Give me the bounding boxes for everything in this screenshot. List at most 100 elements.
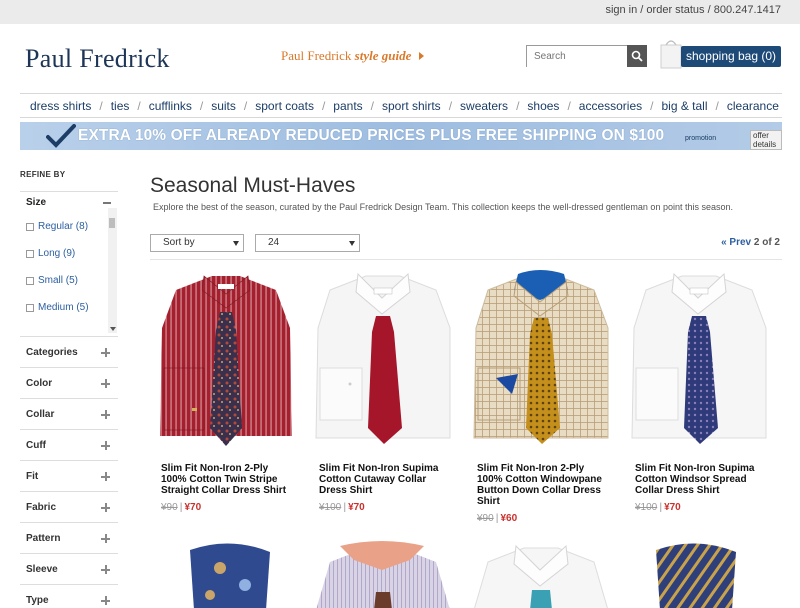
product-image[interactable] — [170, 540, 315, 608]
nav-link[interactable]: ties — [111, 99, 130, 113]
product-image[interactable] — [310, 268, 455, 453]
nav-separator: / — [715, 98, 719, 113]
plus-icon[interactable] — [101, 348, 110, 357]
size-scrollbar[interactable] — [108, 208, 117, 333]
triangle-right-icon — [418, 52, 424, 60]
facet-categories[interactable]: Categories — [20, 336, 118, 367]
facet-label: Pattern — [26, 533, 61, 544]
nav-link[interactable]: clearance — [727, 99, 779, 113]
product-name[interactable]: Slim Fit Non-Iron 2-Ply 100% Cotton Wind… — [477, 463, 612, 507]
price-separator: | — [659, 502, 663, 513]
facet-fit[interactable]: Fit — [20, 460, 118, 491]
size-facet-header[interactable]: Size — [20, 191, 118, 213]
prev-page-link[interactable]: « Prev — [721, 237, 751, 248]
product-name[interactable]: Slim Fit Non-Iron Supima Cotton Windsor … — [635, 463, 770, 496]
top-utility-bar: sign in / order status / 800.247.1417 — [0, 0, 800, 24]
facet-type[interactable]: Type — [20, 584, 118, 608]
size-option[interactable]: Small (5) — [20, 267, 118, 294]
product-card[interactable]: Slim Fit Non-Iron 2-Ply 100% Cotton Wind… — [468, 268, 613, 528]
current-page: 2 — [753, 237, 760, 248]
facet-collar[interactable]: Collar — [20, 398, 118, 429]
nav-link[interactable]: sport shirts — [382, 99, 441, 113]
sign-in-link[interactable]: sign in — [605, 4, 637, 16]
page-title: Seasonal Must-Haves — [150, 174, 356, 197]
phone-number: 800.247.1417 — [713, 4, 781, 16]
product-image[interactable] — [626, 540, 771, 608]
shopping-bag-button[interactable]: shopping bag (0) — [681, 46, 781, 67]
search-button[interactable] — [627, 45, 647, 67]
promo-banner[interactable]: EXTRA 10% OFF ALREADY REDUCED PRICES PLU… — [20, 122, 782, 150]
plus-icon[interactable] — [101, 596, 110, 605]
product-image[interactable] — [310, 540, 455, 608]
facet-cuff[interactable]: Cuff — [20, 429, 118, 460]
offer-details-button[interactable]: offer details — [750, 130, 782, 150]
nav-item: accessories / — [579, 99, 662, 113]
search-box — [526, 45, 647, 67]
product-image[interactable] — [152, 268, 297, 453]
size-checkbox[interactable] — [26, 276, 34, 285]
size-checkbox[interactable] — [26, 222, 34, 231]
chevron-down-icon — [349, 241, 355, 246]
nav-link[interactable]: dress shirts — [30, 99, 91, 113]
scroll-down-icon[interactable] — [110, 327, 116, 331]
search-input[interactable] — [527, 46, 629, 67]
size-option-label: Medium (5) — [38, 302, 89, 313]
plus-icon[interactable] — [101, 379, 110, 388]
nav-separator: / — [650, 98, 654, 113]
nav-link[interactable]: shoes — [527, 99, 559, 113]
size-checkbox[interactable] — [26, 249, 34, 258]
nav-link[interactable]: sweaters — [460, 99, 508, 113]
plus-icon[interactable] — [101, 534, 110, 543]
product-image[interactable] — [468, 268, 613, 453]
plus-icon[interactable] — [101, 565, 110, 574]
utility-links: sign in / order status / 800.247.1417 — [605, 4, 781, 16]
product-price: ¥90 | ¥70 — [161, 502, 201, 513]
nav-link[interactable]: pants — [333, 99, 362, 113]
facet-color[interactable]: Color — [20, 367, 118, 398]
product-card[interactable]: Slim Fit Non-Iron 2-Ply 100% Cotton Twin… — [152, 268, 297, 528]
shopping-bag-icon[interactable] — [660, 37, 682, 69]
product-price: ¥90 | ¥60 — [477, 513, 517, 524]
nav-link[interactable]: cufflinks — [149, 99, 192, 113]
promo-text: EXTRA 10% OFF ALREADY REDUCED PRICES PLU… — [78, 127, 665, 144]
product-name[interactable]: Slim Fit Non-Iron 2-Ply 100% Cotton Twin… — [161, 463, 296, 496]
scrollbar-thumb[interactable] — [109, 218, 115, 228]
size-checkbox[interactable] — [26, 303, 34, 312]
brand-logo[interactable]: Paul Fredrick — [25, 44, 170, 74]
facet-pattern[interactable]: Pattern — [20, 522, 118, 553]
product-price: ¥100 | ¥70 — [635, 502, 681, 513]
product-card[interactable]: Slim Fit Non-Iron Supima Cotton Cutaway … — [310, 268, 455, 528]
checkmark-icon — [46, 124, 76, 148]
size-option-label: Long (9) — [38, 248, 76, 259]
nav-link[interactable]: sport coats — [255, 99, 314, 113]
nav-link[interactable]: suits — [211, 99, 236, 113]
facet-sleeve[interactable]: Sleeve — [20, 553, 118, 584]
plus-icon[interactable] — [101, 503, 110, 512]
plus-icon[interactable] — [101, 441, 110, 450]
product-image[interactable] — [468, 540, 613, 608]
plus-icon[interactable] — [101, 472, 110, 481]
plus-icon[interactable] — [101, 410, 110, 419]
order-status-link[interactable]: order status — [646, 4, 704, 16]
size-option[interactable]: Regular (8) — [20, 213, 118, 240]
nav-separator: / — [99, 98, 103, 113]
minus-icon[interactable] — [103, 202, 111, 204]
nav-link[interactable]: big & tall — [661, 99, 707, 113]
product-name[interactable]: Slim Fit Non-Iron Supima Cotton Cutaway … — [319, 463, 454, 496]
nav-separator: / — [321, 98, 326, 113]
style-guide-brand: Paul Fredrick — [281, 48, 352, 63]
pagination: « Prev 2 of 2 — [721, 237, 780, 248]
sort-select[interactable]: Sort by — [150, 234, 244, 252]
product-card[interactable]: Slim Fit Non-Iron Supima Cotton Windsor … — [626, 268, 771, 528]
nav-link[interactable]: accessories — [579, 99, 642, 113]
size-option[interactable]: Long (9) — [20, 240, 118, 267]
nav-separator: / — [137, 98, 141, 113]
per-page-select[interactable]: 24 — [255, 234, 360, 252]
product-image[interactable] — [626, 268, 771, 453]
style-guide-link[interactable]: Paul Fredrick style guide — [281, 48, 424, 64]
nav-item: clearance — [727, 99, 779, 113]
nav-list: dress shirts / ties / cufflinks / suits / sport … — [20, 94, 782, 117]
nav-item: pants / — [333, 99, 382, 113]
facet-fabric[interactable]: Fabric — [20, 491, 118, 522]
size-option[interactable]: Medium (5) — [20, 294, 118, 321]
